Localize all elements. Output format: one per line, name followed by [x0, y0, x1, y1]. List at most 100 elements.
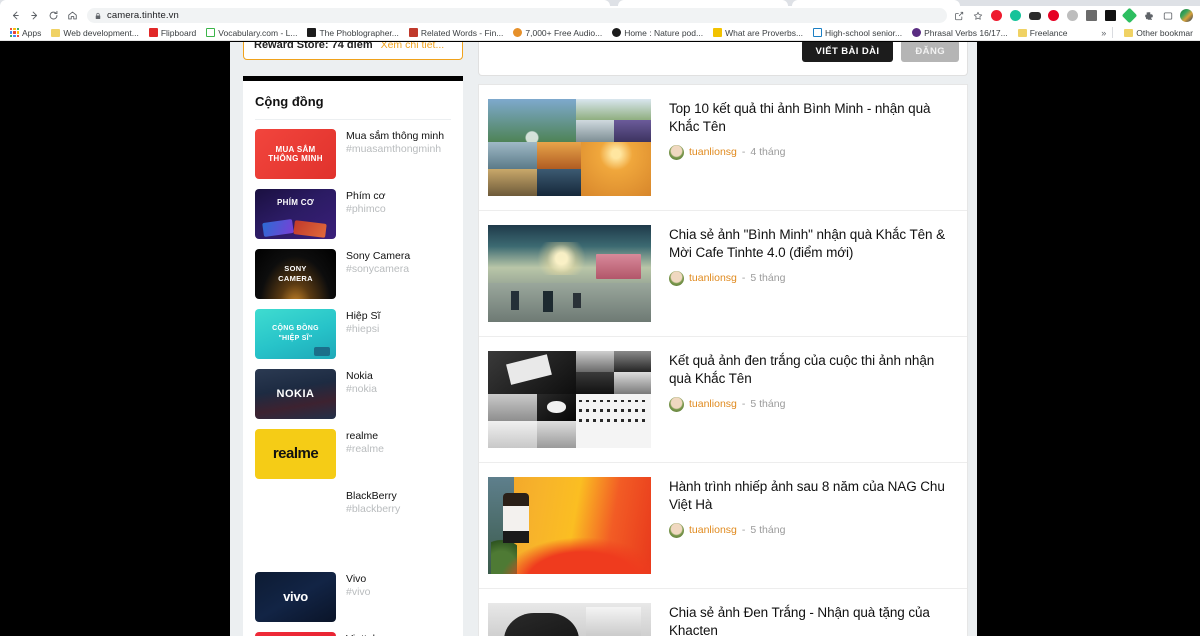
home-icon[interactable]: [63, 6, 82, 25]
community-thumbnail: CỘNG ĐỒNG "HIỆP SĨ": [255, 309, 336, 359]
left-sidebar: Reward Store: 74 điểm Xem chi tiết... Cộ…: [243, 42, 463, 636]
bookmarks-overflow: » Other bookmar: [1101, 26, 1195, 40]
list-item[interactable]: realme realme #realme: [243, 424, 463, 484]
bookmark-phoblographer[interactable]: The Phoblographer...: [302, 26, 403, 40]
bookmark-free-audio[interactable]: 7,000+ Free Audio...: [508, 26, 607, 40]
post-title[interactable]: Kết quả ảnh đen trắng của cuộc thi ảnh n…: [669, 352, 953, 388]
post-author[interactable]: tuanlionsg: [689, 146, 737, 158]
community-tag: #hiepsi: [346, 323, 380, 336]
bookmarks-bar: Apps Web development... Flipboard Vocabu…: [0, 25, 1200, 41]
evernote-icon[interactable]: [1121, 7, 1138, 24]
bookmark-related-words[interactable]: Related Words - Fin...: [404, 26, 509, 40]
list-item[interactable]: Top 10 kết quả thi ảnh Bình Minh - nhận …: [479, 85, 967, 211]
browser-window: camera.tinhte.vn Apps Web development...…: [0, 0, 1200, 636]
reward-details-link[interactable]: Xem chi tiết...: [381, 42, 445, 51]
post-title[interactable]: Chia sẻ ảnh "Bình Minh" nhận quà Khắc Tê…: [669, 226, 953, 262]
post-title[interactable]: Hành trình nhiếp ảnh sau 8 năm của NAG C…: [669, 478, 953, 514]
pinterest-icon[interactable]: [1046, 8, 1061, 23]
bookmark-label: What are Proverbs...: [725, 27, 804, 38]
thumbnail-label: CỘNG ĐỒNG "HIỆP SĨ": [272, 324, 319, 343]
thumbnail-label: NOKIA: [276, 387, 315, 400]
bookmark-proverbs[interactable]: What are Proverbs...: [708, 26, 808, 40]
reward-store-points: Reward Store: 74 điểm: [254, 42, 373, 51]
list-item[interactable]: MUA SẮM THÔNG MINH Mua sắm thông minh #m…: [243, 124, 463, 184]
bookmark-label: Web development...: [63, 27, 139, 38]
community-thumbnail: realme: [255, 429, 336, 479]
post-thumbnail: [488, 351, 651, 448]
kami-icon[interactable]: [1103, 8, 1118, 23]
back-arrow-icon[interactable]: [6, 6, 25, 25]
puzzle-icon[interactable]: [1141, 8, 1156, 23]
phrasal-icon: [912, 28, 922, 37]
bookmark-star-icon[interactable]: [970, 8, 985, 23]
bookmark-high-school[interactable]: High-school senior...: [808, 26, 907, 40]
list-item[interactable]: SONY CAMERA Sony Camera #sonycamera: [243, 244, 463, 304]
bookmark-label: 7,000+ Free Audio...: [525, 27, 603, 38]
bookmark-freelance[interactable]: Freelance: [1013, 26, 1073, 40]
list-item[interactable]: NOKIA Nokia #nokia: [243, 364, 463, 424]
bookmark-vocabulary[interactable]: Vocabulary.com - L...: [201, 26, 302, 40]
bookmark-label: The Phoblographer...: [319, 27, 399, 38]
post-separator: -: [741, 398, 746, 411]
post-author[interactable]: tuanlionsg: [689, 272, 737, 284]
community-meta: Viettel #viettel: [346, 632, 379, 636]
reload-icon[interactable]: [44, 6, 63, 25]
community-name: BlackBerry: [346, 490, 397, 502]
bookmark-label: Other bookmar: [1136, 27, 1193, 38]
post-separator: -: [741, 146, 746, 159]
community-meta: Sony Camera #sonycamera: [346, 249, 410, 277]
bookmark-flipboard[interactable]: Flipboard: [144, 26, 201, 40]
page-viewport: Reward Store: 74 điểm Xem chi tiết... Cộ…: [0, 42, 1200, 636]
list-item[interactable]: BlackBerry #blackberry: [243, 484, 463, 567]
post-body: Chia sẻ ảnh Đen Trắng - Nhận quà tặng củ…: [669, 603, 953, 636]
dashlane-icon[interactable]: [1027, 8, 1042, 23]
post-author[interactable]: tuanlionsg: [689, 398, 737, 410]
bookmark-other-bookmarks[interactable]: Other bookmar: [1119, 26, 1193, 40]
bookmark-phrasal-verbs[interactable]: Phrasal Verbs 16/17...: [907, 26, 1013, 40]
forward-arrow-icon[interactable]: [25, 6, 44, 25]
list-item[interactable]: viettel Viettel #viettel: [243, 627, 463, 636]
avatar[interactable]: [669, 144, 684, 160]
opera-icon[interactable]: [989, 8, 1004, 23]
qr-icon[interactable]: [1084, 8, 1099, 23]
grammarly-icon[interactable]: [1008, 8, 1023, 23]
community-thumbnail: NOKIA: [255, 369, 336, 419]
bookmark-apps[interactable]: Apps: [5, 26, 46, 40]
post-author[interactable]: tuanlionsg: [689, 524, 737, 536]
avatar[interactable]: [669, 522, 684, 538]
avatar[interactable]: [669, 270, 684, 286]
list-item[interactable]: Kết quả ảnh đen trắng của cuộc thi ảnh n…: [479, 337, 967, 463]
bookmark-web-development[interactable]: Web development...: [46, 26, 143, 40]
list-item[interactable]: CỘNG ĐỒNG "HIỆP SĨ" Hiệp Sĩ #hiepsi: [243, 304, 463, 364]
profile-avatar[interactable]: [1179, 8, 1194, 23]
post-button[interactable]: ĐĂNG: [901, 42, 959, 62]
community-thumbnail: MUA SẮM THÔNG MINH: [255, 129, 336, 179]
main-content: VIẾT BÀI DÀI ĐĂNG Top 10 kết quả thi ảnh…: [478, 42, 968, 636]
address-bar[interactable]: camera.tinhte.vn: [87, 8, 947, 23]
list-item[interactable]: PHÍM CƠ Phím cơ #phimco: [243, 184, 463, 244]
sidepanel-icon[interactable]: [1160, 8, 1175, 23]
bookmark-label: Home : Nature pod...: [624, 27, 704, 38]
bookmark-nature-pod[interactable]: Home : Nature pod...: [607, 26, 708, 40]
community-thumbnail: [255, 489, 336, 539]
bookmark-label: Apps: [22, 27, 42, 38]
overflow-chevron-icon[interactable]: »: [1101, 28, 1106, 38]
community-tag: #phimco: [346, 203, 386, 216]
post-title[interactable]: Chia sẻ ảnh Đen Trắng - Nhận quà tặng củ…: [669, 604, 953, 636]
globe-icon[interactable]: [1065, 8, 1080, 23]
post-meta: tuanlionsg - 5 tháng: [669, 396, 953, 412]
post-title[interactable]: Top 10 kết quả thi ảnh Bình Minh - nhận …: [669, 100, 953, 136]
nature-icon: [612, 28, 622, 37]
list-item[interactable]: Chia sẻ ảnh Đen Trắng - Nhận quà tặng củ…: [479, 589, 967, 636]
post-thumbnail: [488, 225, 651, 322]
relatedwords-icon: [408, 28, 418, 37]
post-body: Kết quả ảnh đen trắng của cuộc thi ảnh n…: [669, 351, 953, 448]
list-item[interactable]: Hành trình nhiếp ảnh sau 8 năm của NAG C…: [479, 463, 967, 589]
avatar[interactable]: [669, 396, 684, 412]
list-item[interactable]: vivo Vivo #vivo: [243, 567, 463, 627]
post-thumbnail: [488, 603, 651, 636]
share-icon[interactable]: [951, 8, 966, 23]
list-item[interactable]: Chia sẻ ảnh "Bình Minh" nhận quà Khắc Tê…: [479, 211, 967, 337]
write-long-post-button[interactable]: VIẾT BÀI DÀI: [801, 42, 894, 62]
community-name: Sony Camera: [346, 250, 411, 262]
